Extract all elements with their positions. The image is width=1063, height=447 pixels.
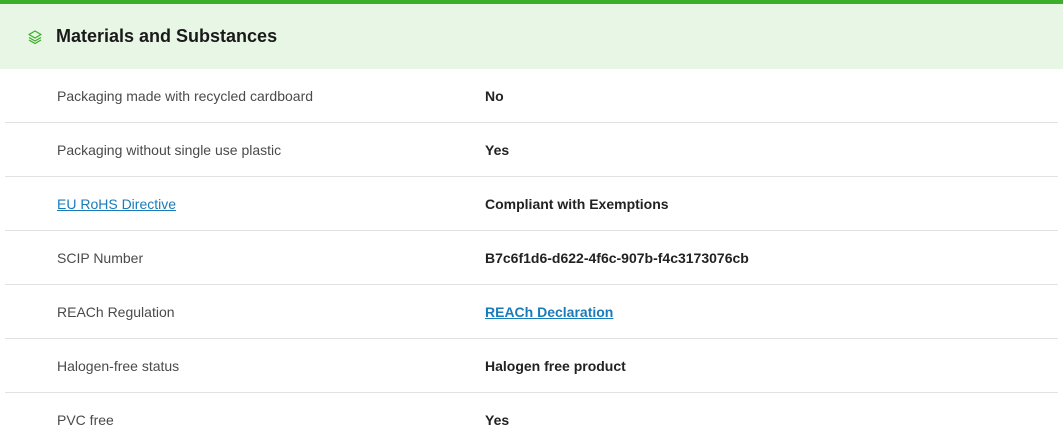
table-row: Packaging without single use plastic Yes <box>5 123 1058 177</box>
section-header[interactable]: Materials and Substances <box>0 4 1063 69</box>
table-row: Halogen-free status Halogen free product <box>5 339 1058 393</box>
table-row: REACh Regulation REACh Declaration <box>5 285 1058 339</box>
table-row: EU RoHS Directive Compliant with Exempti… <box>5 177 1058 231</box>
table-row: SCIP Number B7c6f1d6-d622-4f6c-907b-f4c3… <box>5 231 1058 285</box>
reach-declaration-link[interactable]: REACh Declaration <box>485 304 613 320</box>
materials-substances-panel: Materials and Substances Packaging made … <box>0 0 1063 446</box>
eu-rohs-directive-link[interactable]: EU RoHS Directive <box>57 196 176 212</box>
row-label-cell: EU RoHS Directive <box>5 196 485 212</box>
table-row: Packaging made with recycled cardboard N… <box>5 69 1058 123</box>
row-value: B7c6f1d6-d622-4f6c-907b-f4c3173076cb <box>485 249 749 266</box>
row-value: Halogen free product <box>485 357 626 374</box>
row-label: Halogen-free status <box>57 357 180 374</box>
attribute-table: Packaging made with recycled cardboard N… <box>0 69 1063 447</box>
row-value: No <box>485 87 504 104</box>
table-row: PVC free Yes <box>5 393 1058 447</box>
row-label: Packaging without single use plastic <box>57 141 282 158</box>
row-label: PVC free <box>57 412 114 428</box>
layers-icon <box>26 28 44 46</box>
section-title: Materials and Substances <box>56 26 278 46</box>
row-value: Compliant with Exemptions <box>485 195 669 212</box>
row-label: REACh Regulation <box>57 303 175 320</box>
row-value: Yes <box>485 141 510 158</box>
row-value-cell: REACh Declaration <box>485 304 613 320</box>
row-value: Yes <box>485 412 510 428</box>
row-label: Packaging made with recycled cardboard <box>57 87 314 104</box>
row-label: SCIP Number <box>57 249 144 266</box>
